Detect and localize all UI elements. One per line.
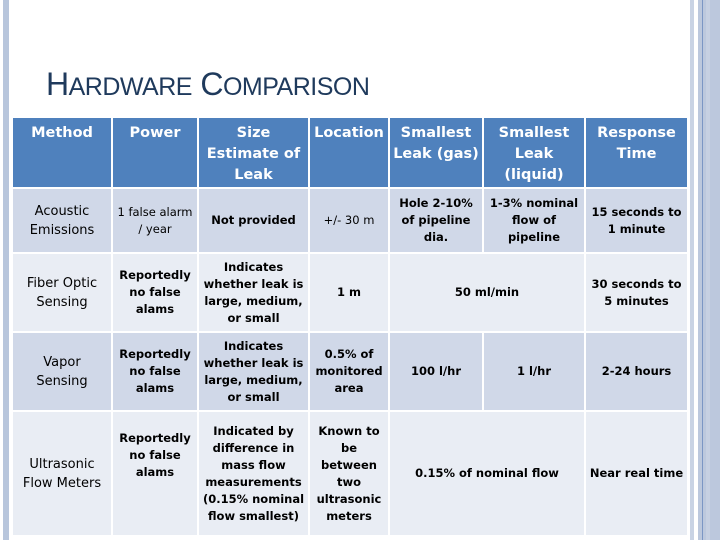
- cell-response-time: 30 seconds to 5 minutes: [586, 254, 687, 331]
- cell-method: Acoustic Emissions: [13, 189, 111, 252]
- cell-response-time: 2-24 hours: [586, 333, 687, 410]
- cell-power: 1 false alarm / year: [113, 189, 197, 252]
- table-row: Ultrasonic Flow Meters Reportedly no fal…: [13, 412, 687, 535]
- header-method: Method: [13, 118, 111, 187]
- border-strip: [690, 0, 694, 540]
- cell-smallest-leak-merged: 0.15% of nominal flow: [390, 412, 584, 535]
- cell-method: Vapor Sensing: [13, 333, 111, 410]
- cell-size-estimate: Indicated by difference in mass flow mea…: [199, 412, 308, 535]
- slide-left-border: [3, 0, 9, 540]
- cell-smallest-liquid: 1-3% nominal flow of pipeline: [484, 189, 584, 252]
- hardware-comparison-table: Method Power Size Estimate of Leak Locat…: [11, 116, 689, 537]
- table-row: Fiber Optic Sensing Reportedly no false …: [13, 254, 687, 331]
- cell-size-estimate: Indicates whether leak is large, medium,…: [199, 254, 308, 331]
- title-rest: OMPARISON: [222, 73, 370, 101]
- cell-response-time: Near real time: [586, 412, 687, 535]
- cell-location: +/- 30 m: [310, 189, 388, 252]
- cell-smallest-liquid: 1 l/hr: [484, 333, 584, 410]
- slide-right-border: [690, 0, 720, 540]
- table-row: Vapor Sensing Reportedly no false alams …: [13, 333, 687, 410]
- cell-power: Reportedly no false alams: [113, 333, 197, 410]
- cell-smallest-gas: 100 l/hr: [390, 333, 482, 410]
- header-power: Power: [113, 118, 197, 187]
- cell-power: Reportedly no false alams: [113, 412, 197, 535]
- cell-smallest-leak-merged: 50 ml/min: [390, 254, 584, 331]
- border-strip: [706, 0, 710, 540]
- title-rest: ARDWARE: [68, 73, 193, 101]
- cell-smallest-gas: Hole 2-10% of pipeline dia.: [390, 189, 482, 252]
- border-line: [702, 0, 703, 540]
- table-row: Acoustic Emissions 1 false alarm / year …: [13, 189, 687, 252]
- header-smallest-leak-liquid: Smallest Leak (liquid): [484, 118, 584, 187]
- cell-size-estimate: Indicates whether leak is large, medium,…: [199, 333, 308, 410]
- cell-location: 1 m: [310, 254, 388, 331]
- cell-location: Known to be between two ultrasonic meter…: [310, 412, 388, 535]
- title-initial: C: [200, 66, 223, 102]
- table-header-row: Method Power Size Estimate of Leak Locat…: [13, 118, 687, 187]
- header-size-estimate: Size Estimate of Leak: [199, 118, 308, 187]
- cell-location: 0.5% of monitored area: [310, 333, 388, 410]
- header-response-time: Response Time: [586, 118, 687, 187]
- header-smallest-leak-gas: Smallest Leak (gas): [390, 118, 482, 187]
- header-location: Location: [310, 118, 388, 187]
- cell-method: Ultrasonic Flow Meters: [13, 412, 111, 535]
- cell-method: Fiber Optic Sensing: [13, 254, 111, 331]
- cell-size-estimate: Not provided: [199, 189, 308, 252]
- cell-response-time: 15 seconds to 1 minute: [586, 189, 687, 252]
- cell-power: Reportedly no false alams: [113, 254, 197, 331]
- title-initial: H: [46, 66, 69, 102]
- slide-title: HARDWARE COMPARISON: [46, 66, 370, 102]
